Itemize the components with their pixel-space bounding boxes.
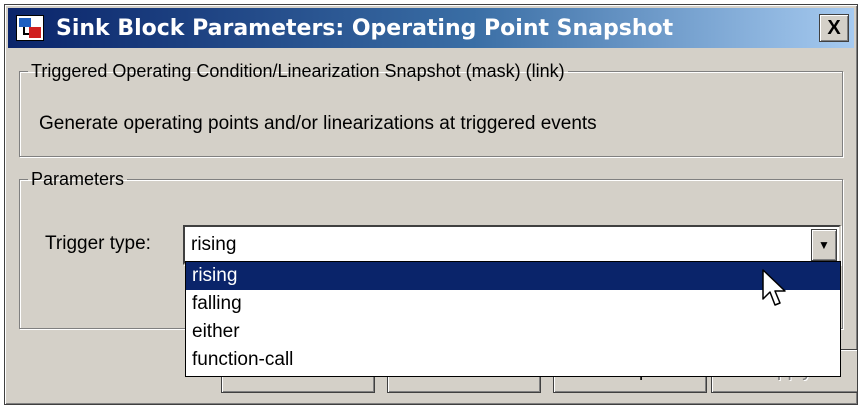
dropdown-option-falling[interactable]: falling [186,290,840,318]
close-icon: X [827,17,841,39]
window-title: Sink Block Parameters: Operating Point S… [56,15,674,41]
trigger-type-select[interactable]: rising ▼ [183,225,841,265]
dropdown-arrow-button[interactable]: ▼ [811,229,837,261]
mask-group-legend: Triggered Operating Condition/Linearizat… [31,61,565,81]
dialog-window: Sink Block Parameters: Operating Point S… [4,4,858,405]
trigger-type-value: rising [191,234,237,255]
dropdown-option-function-call[interactable]: function-call [186,346,840,374]
trigger-type-label: Trigger type: [45,233,151,254]
simulink-block-icon [16,15,44,41]
trigger-type-dropdown-list: rising falling either function-call [185,261,841,377]
dropdown-option-rising[interactable]: rising [186,262,840,290]
chevron-down-icon: ▼ [818,238,830,252]
parameters-group-legend: Parameters [31,169,125,189]
title-bar[interactable]: Sink Block Parameters: Operating Point S… [8,8,854,48]
mask-group: Triggered Operating Condition/Linearizat… [19,61,843,157]
mouse-cursor-icon [762,269,786,306]
close-button[interactable]: X [819,14,849,42]
mask-description: Generate operating points and/or lineari… [39,113,597,134]
dropdown-option-either[interactable]: either [186,318,840,346]
